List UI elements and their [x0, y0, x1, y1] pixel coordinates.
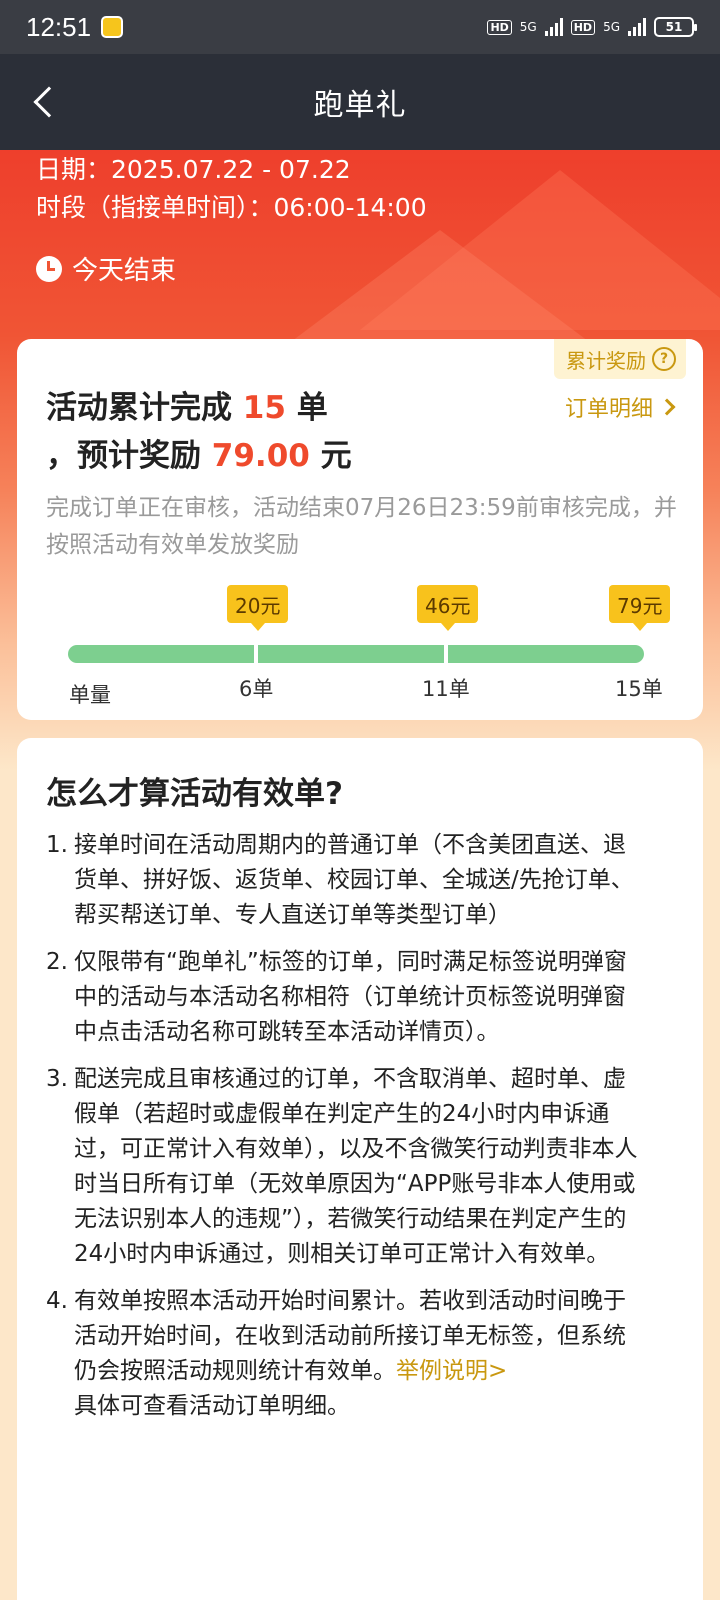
- rule-number: 4.: [46, 1288, 68, 1314]
- list-item: 4. 有效单按照本活动开始时间累计。若收到活动时间晚于活动开始时间，在收到活动前…: [46, 1284, 646, 1424]
- battery-level: 51: [665, 20, 683, 34]
- page-title: 跑单礼: [313, 88, 407, 123]
- list-item: 3. 配送完成且审核通过的订单，不含取消单、超时单、虚假单（若超时或虚假单在判定…: [46, 1062, 646, 1272]
- rule-number: 2.: [46, 949, 68, 975]
- rule-text: 仅限带有“跑单礼”标签的订单，同时满足标签说明弹窗中的活动与本活动名称相符（订单…: [74, 949, 627, 1045]
- rule-text-block: 有效单按照本活动开始时间累计。若收到活动时间晚于活动开始时间，在收到活动前所接订…: [74, 1284, 646, 1424]
- milestone-reward: 46元: [417, 585, 479, 631]
- rules-card: 怎么才算活动有效单? 1. 接单时间在活动周期内的普通订单（不含美团直送、退货单…: [17, 738, 703, 1600]
- milestone-orders: 15单: [615, 677, 663, 701]
- summary-reward-text: ，预计奖励: [46, 438, 212, 474]
- network-type: 5G: [519, 20, 537, 34]
- milestone-reward: 79元: [609, 585, 671, 631]
- reward-tag-label: 累计奖励: [566, 348, 646, 373]
- rule-text: 有效单按照本活动开始时间累计。若收到活动时间晚于活动开始时间，在收到活动前所接订…: [74, 1288, 626, 1384]
- progress-track: [68, 645, 648, 663]
- app-notification-icon: [101, 16, 124, 38]
- rules-list: 1. 接单时间在活动周期内的普通订单（不含美团直送、退货单、拼好饭、返货单、校园…: [46, 828, 646, 1436]
- summary-unit: 单: [285, 390, 328, 426]
- completed-count: 15: [242, 390, 286, 426]
- summary-text: 活动累计完成: [46, 390, 243, 426]
- signal-icon-2: [628, 18, 646, 36]
- clock-icon: [36, 255, 62, 282]
- decor-mountain-2: [280, 230, 600, 350]
- reward-amount: 79.00: [211, 438, 310, 474]
- list-item: 2. 仅限带有“跑单礼”标签的订单，同时满足标签说明弹窗中的活动与本活动名称相符…: [46, 945, 646, 1050]
- rule-extra-text: 具体可查看活动订单明细。: [74, 1393, 350, 1419]
- signal-icon: [544, 18, 563, 36]
- list-item: 1. 接单时间在活动周期内的普通订单（不含美团直送、退货单、拼好饭、返货单、校园…: [46, 828, 646, 933]
- activity-date: 日期：2025.07.22 - 07.22: [36, 155, 351, 184]
- track-label: 单量: [69, 683, 111, 707]
- end-status: 今天结束: [36, 250, 176, 287]
- milestone-orders: 6单: [239, 677, 274, 701]
- milestone-reward: 20元: [227, 585, 289, 631]
- status-time: 12:51: [26, 11, 92, 42]
- battery-icon: 51: [654, 17, 697, 37]
- progress-segment: [258, 645, 444, 663]
- rules-title: 怎么才算活动有效单?: [46, 776, 343, 812]
- rule-number: 3.: [46, 1066, 68, 1092]
- activity-period: 时段（指接单时间）：06:00-14:00: [36, 193, 427, 222]
- progress-card: 累计奖励 ? 活动累计完成 15 单 ，预计奖励 79.00 元 订单明细 完成…: [17, 339, 703, 720]
- milestone-orders: 11单: [422, 677, 470, 701]
- order-detail-label: 订单明细: [564, 397, 653, 422]
- hd-icon: HD: [487, 19, 512, 35]
- example-link[interactable]: 举例说明>: [396, 1358, 507, 1384]
- review-note: 完成订单正在审核，活动结束07月26日23:59前审核完成，并按照活动有效单发放…: [46, 495, 677, 558]
- network-type-2: 5G: [603, 20, 620, 34]
- rule-text: 接单时间在活动周期内的普通订单（不含美团直送、退货单、拼好饭、返货单、校园订单、…: [74, 832, 634, 928]
- end-status-text: 今天结束: [72, 256, 177, 286]
- progress-segment: [448, 645, 644, 663]
- cumulative-reward-tag[interactable]: 累计奖励 ?: [554, 339, 686, 379]
- rule-text: 配送完成且审核通过的订单，不含取消单、超时单、虚假单（若超时或虚假单在判定产生的…: [74, 1066, 638, 1267]
- rule-number: 1.: [46, 832, 68, 858]
- chevron-left-icon: [33, 86, 65, 118]
- chevron-right-icon: [658, 398, 676, 416]
- order-detail-link[interactable]: 订单明细: [564, 391, 676, 423]
- progress-segment: [68, 645, 254, 663]
- back-button[interactable]: [26, 84, 65, 120]
- question-icon: ?: [652, 347, 676, 371]
- summary-currency: 元: [309, 438, 352, 474]
- progress-summary: 活动累计完成 15 单 ，预计奖励 79.00 元: [46, 384, 352, 480]
- hd-icon-2: HD: [570, 19, 596, 35]
- status-indicators: HD 5G HD 5G 51: [487, 17, 697, 37]
- title-bar: 跑单礼: [0, 54, 720, 150]
- status-bar: 12:51 HD 5G HD 5G 51: [0, 0, 720, 54]
